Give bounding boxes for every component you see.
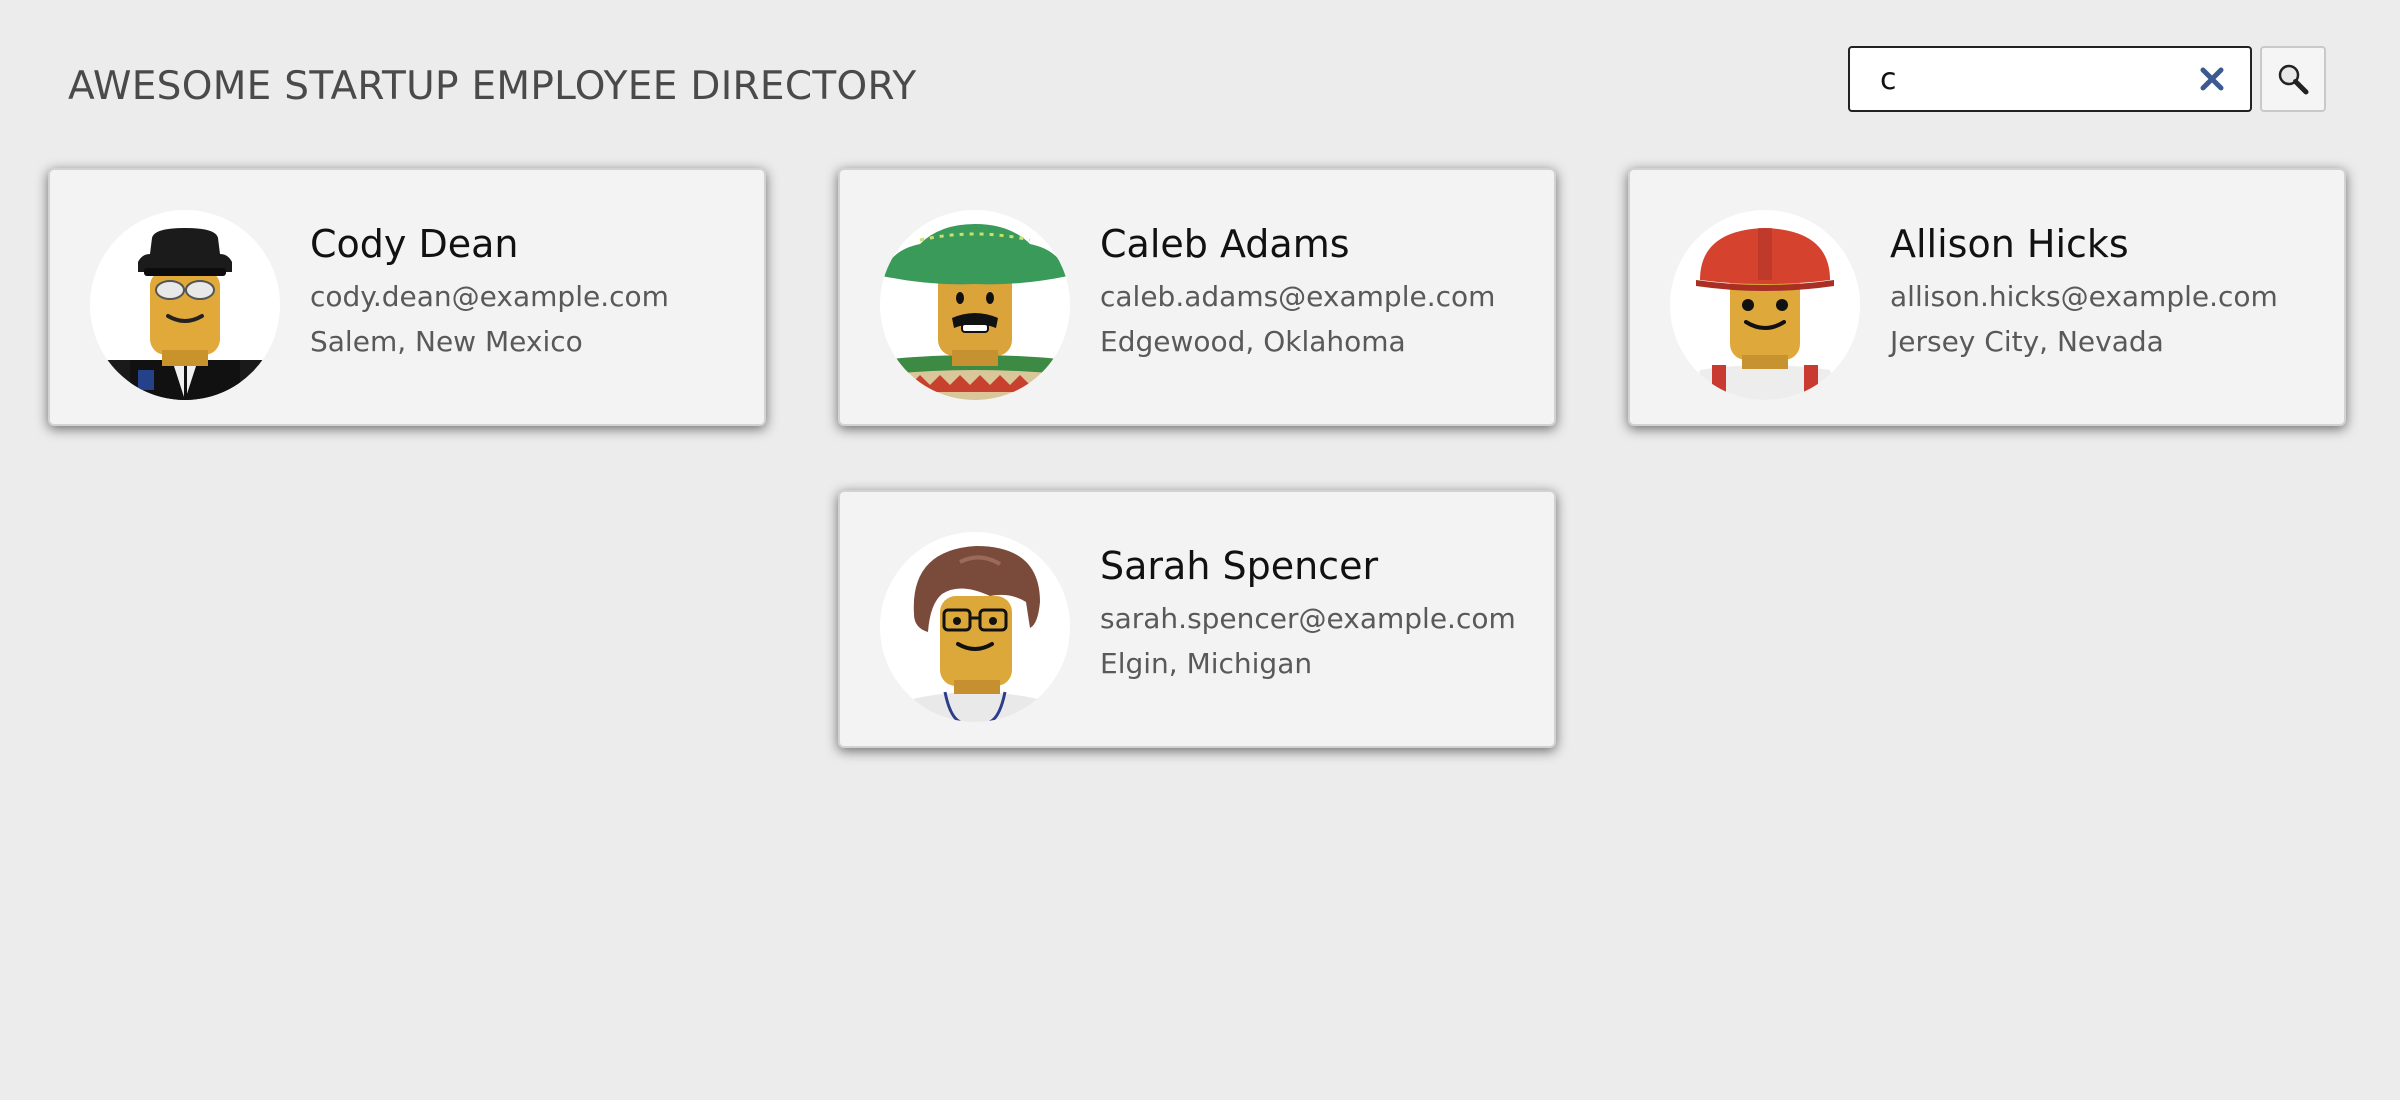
employee-location: Jersey City, Nevada (1890, 325, 2164, 358)
employee-name: Caleb Adams (1100, 222, 1350, 266)
employee-email: caleb.adams@example.com (1100, 280, 1496, 313)
employee-email: allison.hicks@example.com (1890, 280, 2278, 313)
minifig-green-sombrero-mustache-icon (880, 224, 1070, 400)
employee-card[interactable]: Cody Dean cody.dean@example.com Salem, N… (48, 168, 766, 426)
employee-name: Allison Hicks (1890, 222, 2129, 266)
minifig-black-hat-sunglasses-icon (90, 228, 280, 400)
search-bar (1848, 46, 2328, 112)
clear-search-button[interactable] (2188, 55, 2236, 103)
minifig-red-hardhat-icon (1690, 228, 1840, 400)
employee-card[interactable]: Allison Hicks allison.hicks@example.com … (1628, 168, 2346, 426)
page-title: AWESOME STARTUP EMPLOYEE DIRECTORY (68, 64, 917, 109)
employee-location: Edgewood, Oklahoma (1100, 325, 1406, 358)
close-icon (2200, 67, 2224, 91)
avatar (90, 210, 280, 400)
magnifier-icon (2278, 64, 2309, 95)
employee-card[interactable]: Sarah Spencer sarah.spencer@example.com … (838, 490, 1556, 748)
employee-email: sarah.spencer@example.com (1100, 602, 1516, 635)
employee-name: Cody Dean (310, 222, 519, 266)
avatar (880, 532, 1070, 722)
employee-email: cody.dean@example.com (310, 280, 669, 313)
employee-location: Salem, New Mexico (310, 325, 583, 358)
avatar (880, 210, 1070, 400)
search-button[interactable] (2260, 46, 2326, 112)
employee-card[interactable]: Caleb Adams caleb.adams@example.com Edge… (838, 168, 1556, 426)
avatar (1670, 210, 1860, 400)
employee-name: Sarah Spencer (1100, 544, 1379, 588)
employee-location: Elgin, Michigan (1100, 647, 1313, 680)
minifig-brown-hair-glasses-icon (895, 546, 1055, 722)
